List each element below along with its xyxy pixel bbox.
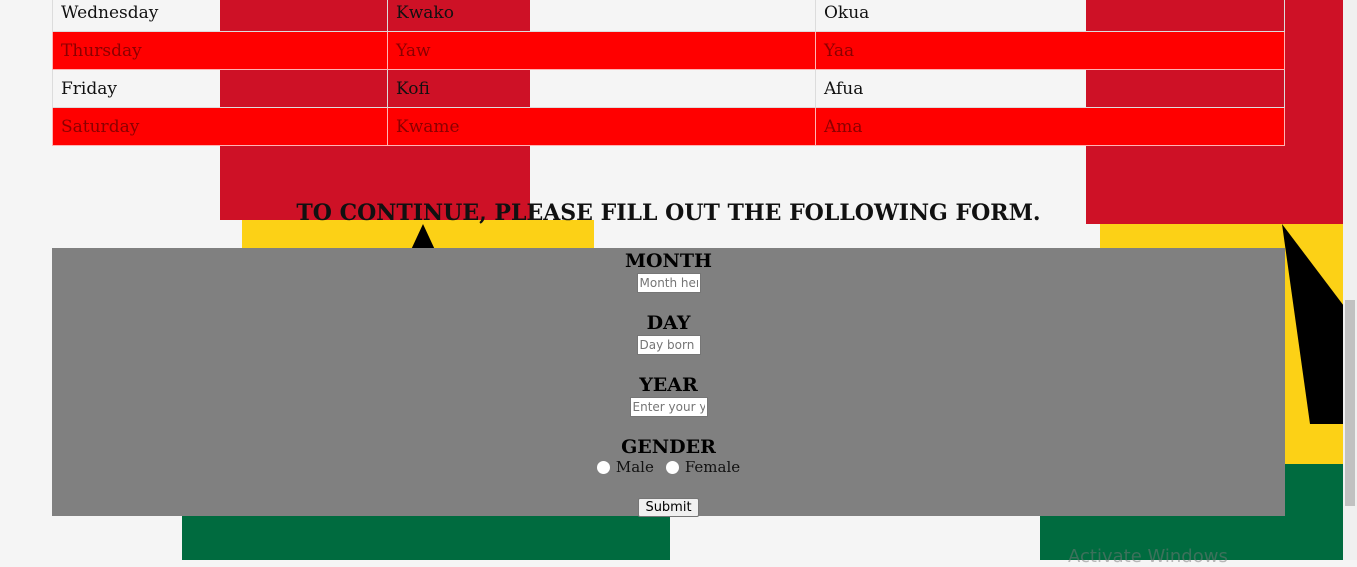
year-label: YEAR <box>639 374 698 396</box>
submit-button[interactable]: Submit <box>638 498 699 517</box>
table-row: Friday Kofi Afua <box>52 69 1285 108</box>
month-input[interactable] <box>636 273 701 293</box>
male-radio[interactable] <box>596 460 610 474</box>
table-cell-male: Kwako <box>387 0 816 32</box>
year-group: YEAR <box>52 374 1285 417</box>
female-label: Female <box>684 458 741 476</box>
table-cell-day: Saturday <box>52 107 388 146</box>
activate-windows-watermark: Activate Windows <box>1068 546 1228 567</box>
table-cell-female: Ama <box>815 107 1285 146</box>
day-group: DAY <box>52 312 1285 355</box>
vertical-scrollbar[interactable] <box>1343 0 1357 560</box>
form-heading: TO CONTINUE, PLEASE FILL OUT THE FOLLOWI… <box>296 200 1041 226</box>
gender-group: GENDER Male Female <box>52 436 1285 478</box>
table-row: Wednesday Kwako Okua <box>52 0 1285 32</box>
birth-form: MONTH DAY YEAR GENDER Male Female Submit <box>52 248 1285 517</box>
table-cell-day: Friday <box>52 69 388 108</box>
male-label: Male <box>615 458 654 476</box>
table-cell-day: Wednesday <box>52 0 388 32</box>
year-input[interactable] <box>629 397 708 417</box>
akan-names-table: Wednesday Kwako Okua Thursday Yaw Yaa Fr… <box>52 0 1285 146</box>
table-cell-female: Okua <box>815 0 1285 32</box>
table-cell-female: Yaa <box>815 31 1285 70</box>
day-input[interactable] <box>636 335 701 355</box>
scrollbar-thumb[interactable] <box>1345 300 1355 506</box>
table-cell-male: Kwame <box>387 107 816 146</box>
table-row: Thursday Yaw Yaa <box>52 31 1285 70</box>
day-label: DAY <box>646 312 691 334</box>
month-group: MONTH <box>52 250 1285 293</box>
female-radio[interactable] <box>665 460 679 474</box>
table-row: Saturday Kwame Ama <box>52 107 1285 146</box>
table-cell-male: Kofi <box>387 69 816 108</box>
table-cell-day: Thursday <box>52 31 388 70</box>
table-cell-male: Yaw <box>387 31 816 70</box>
gender-options: Male Female <box>596 458 741 476</box>
month-label: MONTH <box>624 250 713 272</box>
submit-group: Submit <box>52 496 1285 517</box>
table-cell-female: Afua <box>815 69 1285 108</box>
gender-label: GENDER <box>621 436 716 458</box>
